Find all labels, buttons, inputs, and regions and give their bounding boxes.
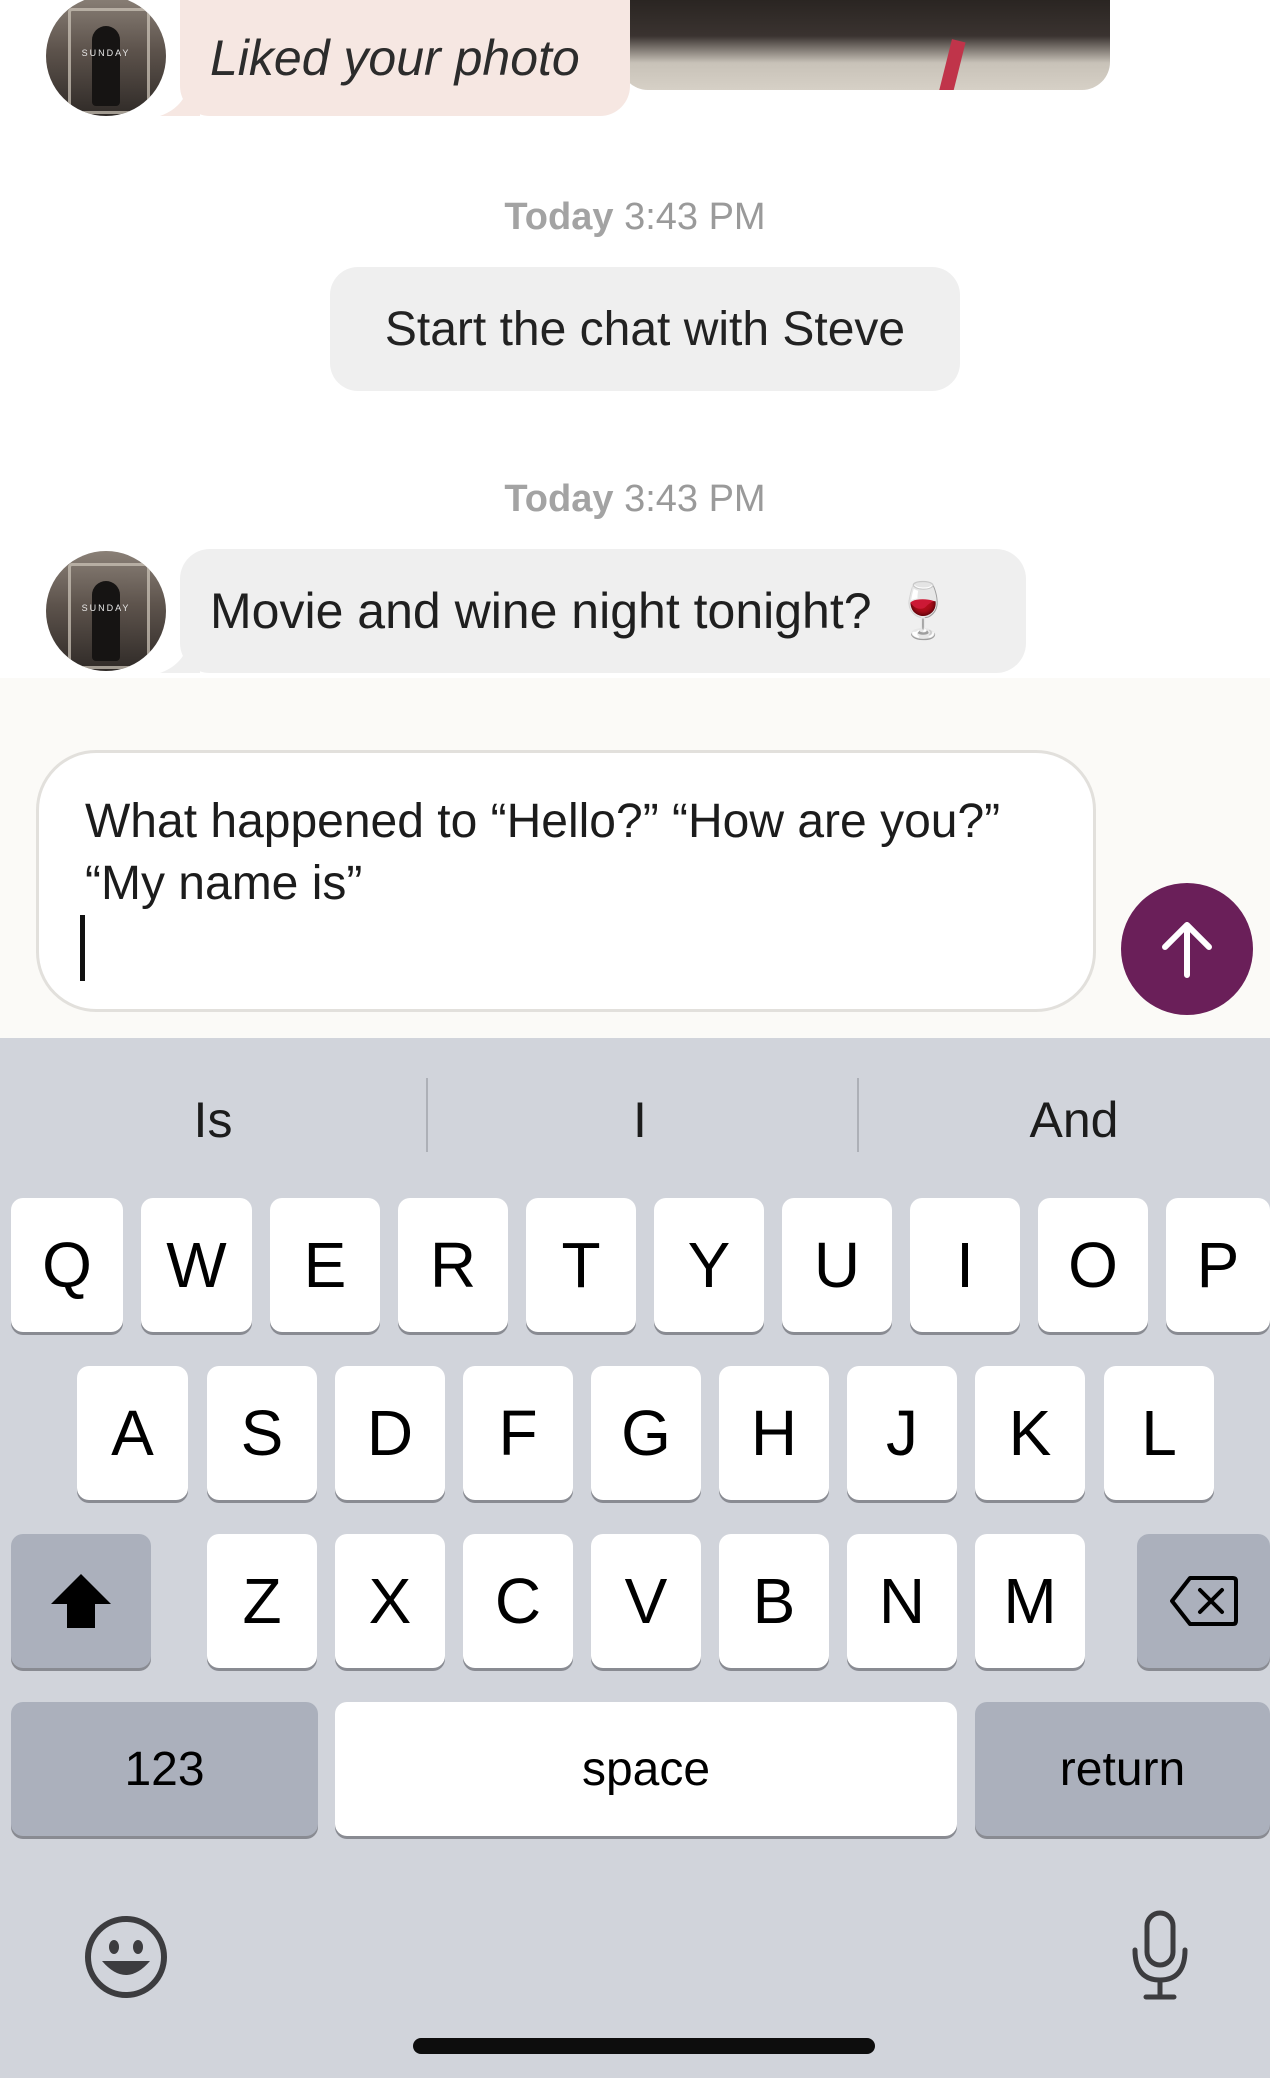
numbers-key[interactable]: 123 — [11, 1702, 318, 1836]
home-indicator — [413, 2038, 875, 2054]
liked-photo-bubble: Liked your photo — [180, 0, 630, 116]
key-l[interactable]: L — [1104, 1366, 1214, 1500]
send-button[interactable] — [1121, 883, 1253, 1015]
key-v[interactable]: V — [591, 1534, 701, 1668]
text-caret — [80, 915, 85, 981]
timestamp: Today 3:43 PM — [0, 478, 1270, 521]
suggestion-2[interactable]: I — [430, 1080, 850, 1160]
message-draft-text: What happened to “Hello?” “How are you?”… — [85, 795, 1001, 910]
emoji-button[interactable] — [84, 1915, 168, 1999]
delete-icon — [1169, 1576, 1238, 1626]
key-h[interactable]: H — [719, 1366, 829, 1500]
shift-key[interactable] — [11, 1534, 151, 1668]
avatar-watermark: SUNDAY — [81, 603, 131, 613]
avatar-watermark: SUNDAY — [81, 48, 131, 58]
key-x[interactable]: X — [335, 1534, 445, 1668]
timestamp-day: Today — [504, 196, 614, 238]
key-g[interactable]: G — [591, 1366, 701, 1500]
incoming-message-bubble[interactable]: Movie and wine night tonight? 🍷 — [180, 549, 1026, 673]
key-s[interactable]: S — [207, 1366, 317, 1500]
key-a[interactable]: A — [77, 1366, 188, 1500]
photo-detail — [938, 39, 966, 90]
key-e[interactable]: E — [270, 1198, 380, 1332]
key-d[interactable]: D — [335, 1366, 445, 1500]
key-c[interactable]: C — [463, 1534, 573, 1668]
key-w[interactable]: W — [141, 1198, 252, 1332]
arrow-up-icon — [1162, 922, 1212, 978]
key-r[interactable]: R — [398, 1198, 508, 1332]
key-f[interactable]: F — [463, 1366, 573, 1500]
suggestion-divider — [426, 1078, 428, 1152]
space-key[interactable]: space — [335, 1702, 957, 1836]
timestamp-time: 3:43 PM — [624, 478, 766, 520]
start-chat-notice: Start the chat with Steve — [330, 267, 960, 391]
key-m[interactable]: M — [975, 1534, 1085, 1668]
key-y[interactable]: Y — [654, 1198, 764, 1332]
avatar[interactable]: SUNDAY — [46, 551, 166, 671]
key-p[interactable]: P — [1166, 1198, 1270, 1332]
return-key[interactable]: return — [975, 1702, 1270, 1836]
incoming-message-text: Movie and wine night tonight? — [210, 583, 872, 639]
key-n[interactable]: N — [847, 1534, 957, 1668]
key-t[interactable]: T — [526, 1198, 636, 1332]
emoji-icon — [85, 1916, 167, 1998]
delete-key[interactable] — [1137, 1534, 1270, 1668]
wine-glass-icon: 🍷 — [889, 580, 957, 641]
timestamp-day: Today — [504, 478, 614, 520]
shared-photo-thumbnail[interactable] — [620, 0, 1110, 90]
key-q[interactable]: Q — [11, 1198, 123, 1332]
key-o[interactable]: O — [1038, 1198, 1148, 1332]
key-k[interactable]: K — [975, 1366, 1085, 1500]
suggestion-3[interactable]: And — [864, 1080, 1270, 1160]
key-b[interactable]: B — [719, 1534, 829, 1668]
microphone-icon — [1132, 1910, 1188, 2000]
message-input[interactable]: What happened to “Hello?” “How are you?”… — [36, 750, 1096, 1012]
liked-photo-text: Liked your photo — [210, 30, 580, 86]
key-z[interactable]: Z — [207, 1534, 317, 1668]
suggestion-divider — [857, 1078, 859, 1152]
key-j[interactable]: J — [847, 1366, 957, 1500]
suggestion-1[interactable]: Is — [3, 1080, 423, 1160]
avatar[interactable]: SUNDAY — [46, 0, 166, 116]
key-i[interactable]: I — [910, 1198, 1020, 1332]
key-u[interactable]: U — [782, 1198, 892, 1332]
dictation-button[interactable] — [1130, 1910, 1190, 2002]
timestamp: Today 3:43 PM — [0, 196, 1270, 239]
shift-icon — [51, 1574, 111, 1628]
start-chat-text: Start the chat with Steve — [384, 302, 906, 356]
timestamp-time: 3:43 PM — [624, 196, 766, 238]
